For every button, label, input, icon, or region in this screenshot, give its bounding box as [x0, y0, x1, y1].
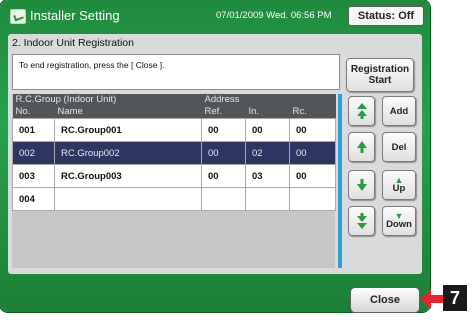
section-title: 2. Indoor Unit Registration [12, 37, 134, 49]
table-row[interactable]: 003 RC.Group003 00 03 00 [12, 164, 337, 188]
group-column-header: R.C.Group (Indoor Unit) [12, 94, 202, 106]
cell-name: RC.Group003 [54, 164, 202, 188]
move-down-button[interactable]: ▼ Down [382, 206, 416, 236]
column-header-no: No. [12, 106, 55, 119]
up-arrow-icon [356, 141, 367, 153]
cell-no: 003 [12, 164, 55, 188]
cell-ref [201, 187, 246, 211]
add-button[interactable]: Add [382, 96, 416, 126]
cell-in: 00 [245, 118, 290, 142]
move-up-label: Up [392, 183, 406, 194]
table-row[interactable]: 004 [12, 187, 337, 211]
cell-in: 02 [245, 141, 290, 165]
app-logo-icon [10, 9, 26, 24]
column-header-rc: Rc. [289, 106, 336, 119]
title-bar: Installer Setting 07/01/2009 Wed. 06:56 … [6, 4, 424, 28]
message-box: To end registration, press the [ Close ]… [12, 54, 340, 90]
column-header-in: In. [245, 106, 290, 119]
cell-no: 001 [12, 118, 55, 142]
registration-start-label-line2: Start [368, 75, 392, 86]
cell-in: 03 [245, 164, 290, 188]
cell-ref: 00 [201, 118, 246, 142]
app-title: Installer Setting [30, 8, 120, 23]
date-time: 07/01/2009 Wed. 06:56 PM [216, 10, 332, 21]
callout-arrow-icon [420, 289, 444, 309]
double-up-arrow-icon [356, 103, 367, 119]
scroll-top-button[interactable] [348, 96, 375, 126]
table-header-top: R.C.Group (Indoor Unit) Address [12, 94, 336, 106]
delete-button[interactable]: Del [382, 132, 416, 162]
cell-rc: 00 [288, 164, 337, 188]
scroll-bottom-button[interactable] [348, 206, 375, 236]
cell-no: 004 [12, 187, 55, 211]
registration-start-button[interactable]: Registration Start [346, 58, 414, 92]
cell-rc [288, 187, 337, 211]
callout-number: 7 [443, 285, 467, 311]
cell-ref: 00 [201, 164, 246, 188]
registration-panel: 2. Indoor Unit Registration To end regis… [8, 34, 422, 274]
address-column-header: Address [201, 94, 336, 106]
table-row-selected[interactable]: 002 RC.Group002 00 02 00 [12, 141, 337, 165]
move-down-label: Down [386, 219, 412, 230]
registration-start-label-line1: Registration [350, 64, 410, 75]
cell-ref: 00 [201, 141, 246, 165]
instruction-message: To end registration, press the [ Close ]… [19, 60, 165, 70]
down-arrow-icon [356, 179, 367, 191]
column-header-ref: Ref. [201, 106, 246, 119]
cell-in [245, 187, 290, 211]
move-up-button[interactable]: ▲ Up [382, 170, 416, 200]
group-table-area: R.C.Group (Indoor Unit) Address No. Name… [12, 94, 337, 268]
table-header-bottom: No. Name Ref. In. Rc. [12, 106, 336, 119]
app-window: Installer Setting 07/01/2009 Wed. 06:56 … [0, 0, 430, 312]
cell-name: RC.Group002 [54, 141, 202, 165]
column-header-name: Name [54, 106, 202, 119]
table-row[interactable]: 001 RC.Group001 00 00 00 [12, 118, 337, 142]
table-scrollbar[interactable] [338, 94, 342, 268]
cell-name [54, 187, 202, 211]
scroll-down-button[interactable] [348, 170, 375, 200]
close-button[interactable]: Close [350, 287, 420, 313]
cell-rc: 00 [288, 118, 337, 142]
double-down-arrow-icon [356, 213, 367, 229]
group-table: R.C.Group (Indoor Unit) Address No. Name… [12, 94, 337, 211]
status-badge: Status: Off [348, 6, 424, 26]
cell-rc: 00 [288, 141, 337, 165]
cell-name: RC.Group001 [54, 118, 202, 142]
scroll-up-button[interactable] [348, 132, 375, 162]
cell-no: 002 [12, 141, 55, 165]
